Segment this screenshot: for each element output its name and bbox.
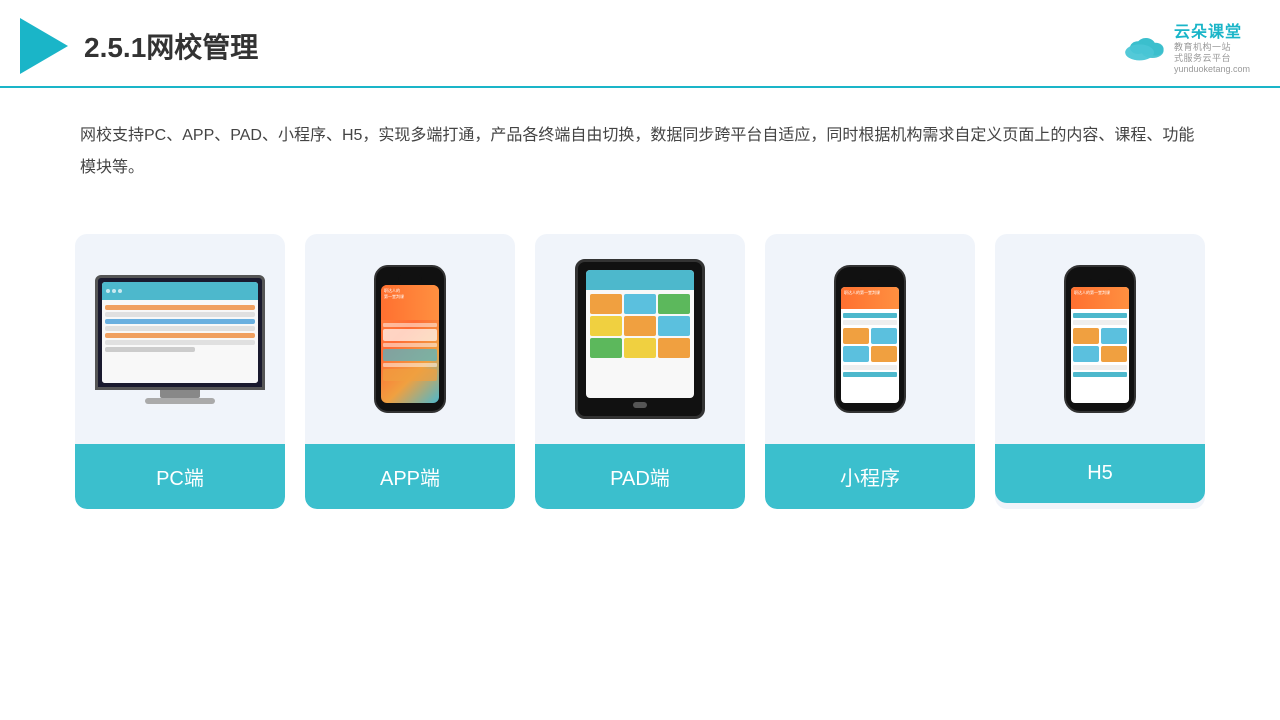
brand-tagline: 教育机构一站式服务云平台 xyxy=(1174,42,1250,64)
app-image-area: 职达人的第一堂判课 xyxy=(305,234,515,444)
app-label: APP端 xyxy=(305,444,515,509)
pad-image-area xyxy=(535,234,745,444)
header: 2.5.1网校管理 云朵课堂 教育机构一站式服务云平台 yunduoketang… xyxy=(0,0,1280,88)
pad-card: PAD端 xyxy=(535,234,745,509)
pc-image-area xyxy=(75,234,285,444)
mini-card: 职达人的第一堂判课 xyxy=(765,234,975,509)
pc-label: PC端 xyxy=(75,444,285,509)
tablet-mockup xyxy=(575,259,705,419)
mini-label: 小程序 xyxy=(765,444,975,509)
pc-mockup xyxy=(95,275,265,404)
brand-text: 云朵课堂 教育机构一站式服务云平台 yunduoketang.com xyxy=(1174,18,1250,74)
brand-icon: 云朵课堂 教育机构一站式服务云平台 yunduoketang.com xyxy=(1122,18,1250,74)
app-card: 职达人的第一堂判课 APP端 xyxy=(305,234,515,509)
app-phone-mockup: 职达人的第一堂判课 xyxy=(374,265,446,413)
pad-label: PAD端 xyxy=(535,444,745,509)
description-text: 网校支持PC、APP、PAD、小程序、H5，实现多端打通，产品各终端自由切换，数… xyxy=(0,88,1280,204)
pc-card: PC端 xyxy=(75,234,285,509)
h5-phone-mockup: 职达人的第一堂判课 xyxy=(1064,265,1136,413)
header-left: 2.5.1网校管理 xyxy=(20,18,258,74)
mini-image-area: 职达人的第一堂判课 xyxy=(765,234,975,444)
header-right: 云朵课堂 教育机构一站式服务云平台 yunduoketang.com xyxy=(1122,18,1250,74)
mini-phone-mockup: 职达人的第一堂判课 xyxy=(834,265,906,413)
cloud-icon xyxy=(1122,30,1170,62)
brand-name: 云朵课堂 xyxy=(1174,18,1250,42)
logo-triangle-icon xyxy=(20,18,68,74)
h5-image-area: 职达人的第一堂判课 xyxy=(995,234,1205,444)
h5-label: H5 xyxy=(995,444,1205,503)
pc-screen xyxy=(95,275,265,390)
cards-container: PC端 职达人的第一堂判课 xyxy=(0,214,1280,529)
brand-url: yunduoketang.com xyxy=(1174,64,1250,74)
h5-card: 职达人的第一堂判课 xyxy=(995,234,1205,509)
page-title: 2.5.1网校管理 xyxy=(84,26,258,66)
brand-logo: 云朵课堂 教育机构一站式服务云平台 yunduoketang.com xyxy=(1122,18,1250,74)
